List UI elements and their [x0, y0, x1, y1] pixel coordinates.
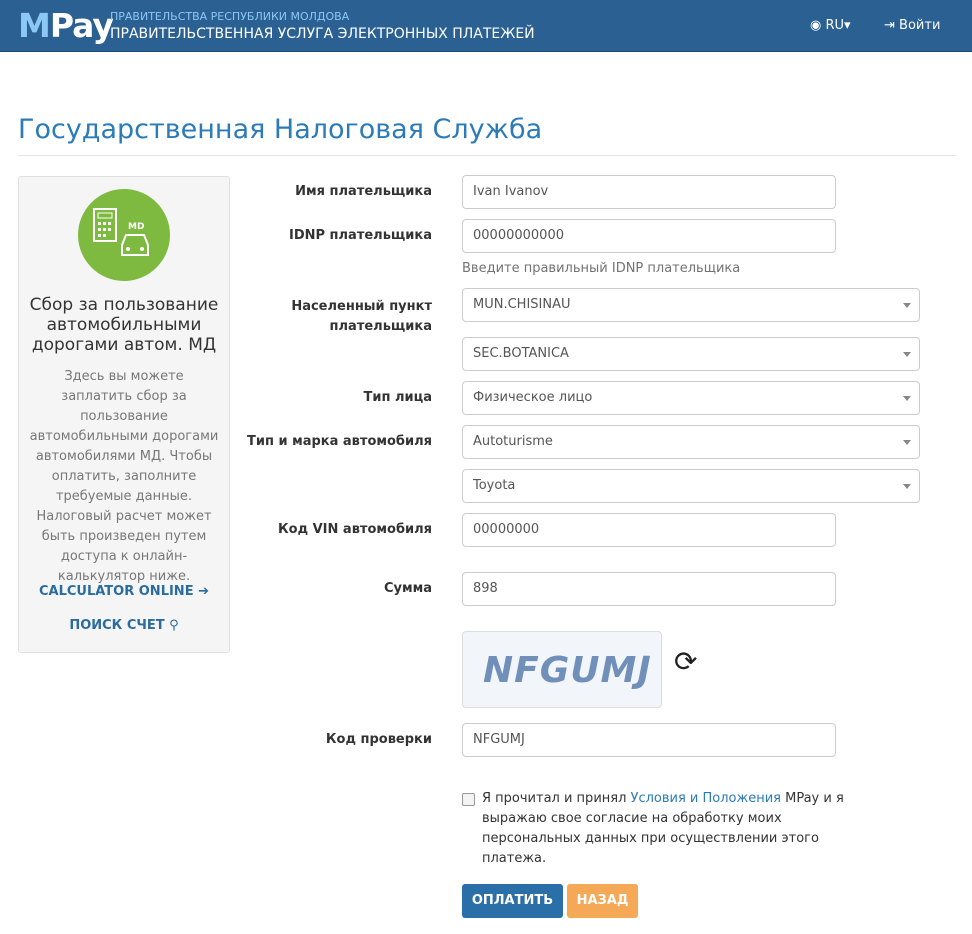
svg-text:MD: MD [128, 222, 144, 232]
terms-text: Я прочитал и принял Условия и Положения … [482, 791, 844, 866]
vehicle-brand-select[interactable]: Toyota [462, 469, 920, 503]
vehicle-label: Тип и марка автомобиля [246, 434, 432, 449]
back-button[interactable]: НАЗАД [567, 884, 638, 918]
sector-select[interactable]: SEC.BOTANICA [462, 337, 920, 371]
payer-name-input[interactable]: Ivan Ivanov [462, 175, 836, 209]
sign-in-icon: ⇥ [884, 18, 895, 33]
payer-name-label: Имя плательщика [295, 184, 432, 199]
header: MPay ПРАВИТЕЛЬСТВА РЕСПУБЛИКИ МОЛДОВА ПР… [0, 0, 972, 52]
mpay-logo[interactable]: MPay [18, 6, 114, 45]
person-type-select[interactable]: Физическое лицо [462, 381, 920, 415]
pay-button[interactable]: ОПЛАТИТЬ [462, 884, 563, 918]
arrow-right-icon: ➔ [198, 584, 210, 599]
captcha-label: Код проверки [325, 732, 432, 747]
search-icon: ⚲ [169, 618, 179, 633]
caret-down-icon [903, 352, 911, 357]
header-subtitle-top: ПРАВИТЕЛЬСТВА РЕСПУБЛИКИ МОЛДОВА [110, 10, 350, 23]
terms-link[interactable]: Условия и Положения [631, 791, 781, 806]
captcha-input[interactable]: NFGUMJ [462, 723, 836, 757]
divider [18, 155, 957, 156]
caret-down-icon [903, 396, 911, 401]
calculator-car-icon: MD [78, 189, 170, 281]
globe-icon: ◉ [810, 18, 822, 33]
caret-down-icon [903, 303, 911, 308]
search-invoice-link[interactable]: ПОИСК СЧЕТ ⚲ [19, 618, 229, 633]
vin-input[interactable]: 00000000 [462, 513, 836, 547]
locality-label: Населенный пункт плательщика [291, 299, 432, 334]
calculator-online-link[interactable]: CALCULATOR ONLINE ➔ [19, 584, 229, 599]
login-link[interactable]: ⇥ Войти [884, 18, 940, 33]
idnp-help: Введите правильный IDNP плательщика [462, 261, 741, 276]
locality-select[interactable]: MUN.CHISINAU [462, 288, 920, 322]
captcha-image: NFGUMJ [462, 631, 662, 708]
page-title: Государственная Налоговая Служба [18, 114, 543, 145]
terms-checkbox[interactable] [462, 793, 475, 806]
language-dropdown[interactable]: ◉ RU▾ [810, 18, 851, 33]
service-title: Сбор за пользование автомобильными дорог… [29, 295, 219, 355]
vehicle-type-select[interactable]: Autoturisme [462, 425, 920, 459]
service-description: Здесь вы можете заплатить сбор за пользо… [29, 369, 219, 584]
vin-label: Код VIN автомобиля [278, 522, 432, 537]
idnp-label: IDNP плательщика [288, 228, 432, 243]
amount-input[interactable]: 898 [462, 572, 836, 606]
idnp-input[interactable]: 00000000000 [462, 219, 836, 253]
amount-label: Сумма [383, 581, 432, 596]
caret-down-icon: ▾ [844, 18, 851, 33]
service-sidebar: MD Сбор за пользование автомобильными до… [18, 176, 230, 653]
refresh-icon[interactable]: ⟳ [674, 645, 697, 678]
person-type-label: Тип лица [363, 390, 432, 405]
caret-down-icon [903, 440, 911, 445]
caret-down-icon [903, 484, 911, 489]
header-subtitle-main: ПРАВИТЕЛЬСТВЕННАЯ УСЛУГА ЭЛЕКТРОННЫХ ПЛА… [110, 26, 535, 42]
